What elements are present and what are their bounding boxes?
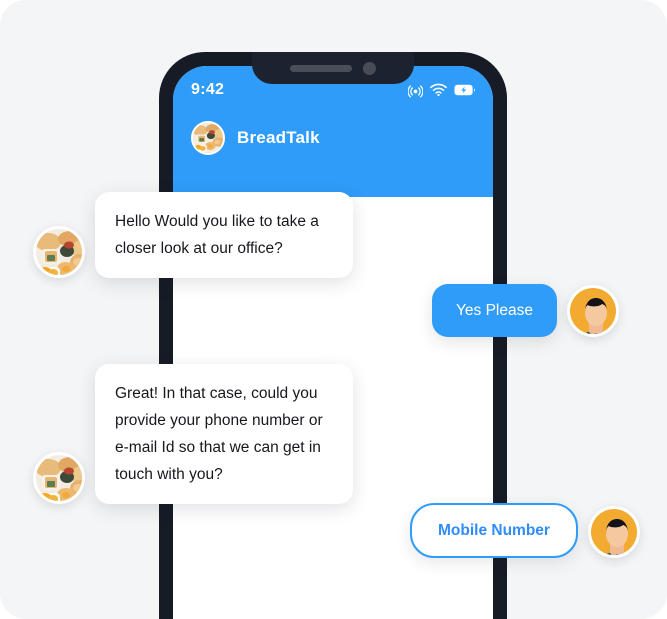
message-bubble-outgoing: Yes Please — [432, 284, 557, 337]
cellular-broadcast-icon — [408, 83, 423, 98]
user-avatar — [567, 285, 619, 337]
bakery-avatar — [33, 226, 85, 278]
chat-header-row[interactable]: BreadTalk — [173, 112, 493, 164]
message-row-incoming: Great! In that case, could you provide y… — [33, 364, 353, 504]
status-bar-time: 9:42 — [191, 81, 225, 98]
quick-reply-mobile-number-button[interactable]: Mobile Number — [410, 503, 578, 558]
wifi-icon — [430, 83, 447, 97]
mockup-stage: 9:42 BreadTalk Hello Would you like to t… — [0, 0, 667, 619]
chat-contact-name: BreadTalk — [237, 128, 320, 147]
breadtalk-bakery-avatar — [191, 121, 225, 155]
message-bubble-incoming: Hello Would you like to take a closer lo… — [95, 192, 353, 278]
message-row-outgoing: Yes Please — [432, 284, 619, 337]
front-camera-icon — [363, 61, 376, 75]
message-row-incoming: Hello Would you like to take a closer lo… — [33, 192, 353, 278]
message-bubble-incoming: Great! In that case, could you provide y… — [95, 364, 353, 504]
bakery-avatar — [33, 452, 85, 504]
message-row-outgoing: Mobile Number — [410, 503, 640, 558]
battery-charging-icon — [454, 84, 475, 96]
status-bar-icons — [408, 83, 475, 98]
earpiece-speaker — [290, 64, 352, 72]
user-avatar — [587, 506, 640, 558]
phone-notch — [252, 52, 414, 84]
